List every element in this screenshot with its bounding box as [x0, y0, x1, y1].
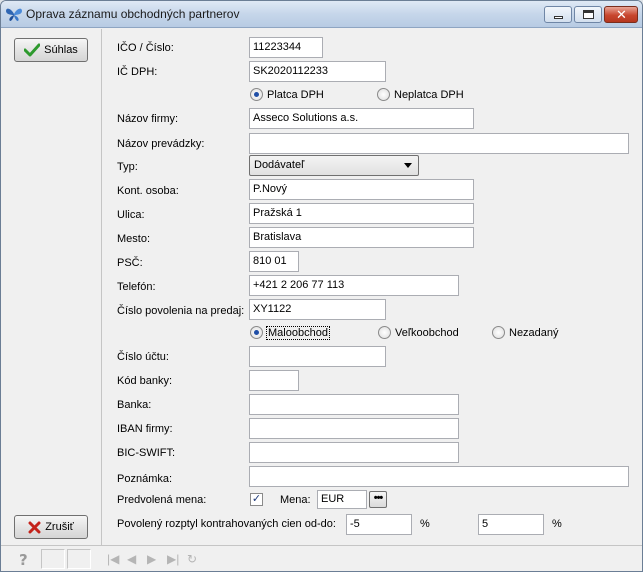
radio-dot-selected [250, 326, 263, 339]
radio-velkoobchod-label: Veľkoobchod [395, 326, 459, 339]
accept-button-label: Súhlas [44, 44, 78, 56]
bank-label: Banka: [117, 399, 152, 411]
cross-icon [28, 521, 41, 533]
account-label: Číslo účtu: [117, 351, 169, 363]
radio-maloobchod-label: Maloobchod [266, 325, 330, 340]
type-label: Typ: [117, 161, 138, 173]
firm-name-label: Názov firmy: [117, 113, 179, 125]
range-from-input[interactable]: -5 [346, 514, 412, 535]
contact-input[interactable]: P.Nový [249, 179, 474, 200]
shop-name-label: Názov prevádzky: [117, 138, 205, 150]
radio-velkoobchod[interactable]: Veľkoobchod [378, 326, 459, 339]
title-bar[interactable]: Oprava záznamu obchodných partnerov ✕ [1, 1, 642, 28]
bank-code-input[interactable] [249, 370, 299, 391]
street-input[interactable]: Pražská 1 [249, 203, 474, 224]
close-button[interactable]: ✕ [604, 6, 638, 23]
iban-label: IBAN firmy: [117, 423, 173, 435]
radio-neplatca-dph[interactable]: Neplatca DPH [377, 88, 464, 101]
accept-button[interactable]: Súhlas [14, 38, 88, 62]
type-select-value: Dodávateľ [254, 159, 305, 171]
price-range-label: Povolený rozptyl kontrahovaných cien od-… [117, 518, 336, 530]
radio-maloobchod[interactable]: Maloobchod [250, 325, 330, 340]
bic-label: BIC-SWIFT: [117, 447, 176, 459]
city-label: Mesto: [117, 233, 151, 245]
radio-neplatca-dph-label: Neplatca DPH [394, 88, 464, 101]
iban-input[interactable] [249, 418, 459, 439]
sale-permit-input[interactable]: XY1122 [249, 299, 386, 320]
close-icon: ✕ [616, 7, 627, 22]
refresh-icon[interactable]: ↻ [187, 552, 197, 566]
left-button-pane: Súhlas Zrušiť [1, 29, 102, 545]
bank-code-label: Kód banky: [117, 375, 173, 387]
range-to-input[interactable]: 5 [478, 514, 544, 535]
ico-input[interactable]: 11223344 [249, 37, 323, 58]
bank-input[interactable] [249, 394, 459, 415]
svg-text:?: ? [19, 551, 28, 567]
dialog-window: Oprava záznamu obchodných partnerov ✕ Sú… [0, 0, 643, 572]
bic-input[interactable] [249, 442, 459, 463]
range-from-unit: % [420, 518, 430, 530]
firm-name-input[interactable]: Asseco Solutions a.s. [249, 108, 474, 129]
ico-label: IČO / Číslo: [117, 42, 174, 54]
radio-dot [377, 88, 390, 101]
sale-permit-label: Číslo povolenia na predaj: [117, 305, 245, 317]
status-bar: ? |◀ ◀ ▶ ▶| ↻ [1, 545, 642, 571]
radio-dot-selected [250, 88, 263, 101]
note-input[interactable] [249, 466, 629, 487]
radio-platca-dph-label: Platca DPH [267, 88, 324, 101]
city-input[interactable]: Bratislava [249, 227, 474, 248]
previous-record-icon[interactable]: ◀ [127, 552, 136, 566]
radio-dot [378, 326, 391, 339]
status-cell [67, 549, 91, 569]
range-to-unit: % [552, 518, 562, 530]
radio-platca-dph[interactable]: Platca DPH [250, 88, 324, 101]
cancel-button-label: Zrušiť [45, 521, 74, 533]
radio-nezadany-label: Nezadaný [509, 326, 559, 339]
ic-dph-label: IČ DPH: [117, 66, 158, 78]
cancel-button[interactable]: Zrušiť [14, 515, 88, 539]
currency-picker-button[interactable]: ••• [369, 491, 387, 508]
form-panel: IČO / Číslo: 11223344 IČ DPH: SK20201122… [102, 29, 642, 545]
last-record-icon[interactable]: ▶| [167, 552, 179, 566]
radio-dot [492, 326, 505, 339]
radio-nezadany[interactable]: Nezadaný [492, 326, 559, 339]
default-currency-label: Predvolená mena: [117, 494, 207, 506]
next-record-icon[interactable]: ▶ [147, 552, 156, 566]
default-currency-checkbox[interactable]: ✓ [250, 493, 263, 506]
zip-label: PSČ: [117, 257, 143, 269]
currency-label: Mena: [280, 494, 311, 506]
minimize-icon [554, 16, 563, 19]
contact-label: Kont. osoba: [117, 185, 179, 197]
street-label: Ulica: [117, 209, 145, 221]
checkmark-icon [24, 43, 41, 57]
help-icon[interactable]: ? [17, 551, 31, 567]
status-cell [41, 549, 65, 569]
ellipsis-icon: ••• [373, 492, 384, 504]
butterfly-icon [6, 8, 22, 21]
phone-input[interactable]: +421 2 206 77 113 [249, 275, 459, 296]
ic-dph-input[interactable]: SK2020112233 [249, 61, 386, 82]
shop-name-input[interactable] [249, 133, 629, 154]
account-input[interactable] [249, 346, 386, 367]
first-record-icon[interactable]: |◀ [107, 552, 119, 566]
minimize-button[interactable] [544, 6, 572, 23]
phone-label: Telefón: [117, 281, 156, 293]
zip-input[interactable]: 810 01 [249, 251, 299, 272]
maximize-icon [583, 10, 594, 19]
note-label: Poznámka: [117, 473, 173, 485]
type-select[interactable]: Dodávateľ [249, 155, 419, 176]
maximize-button[interactable] [574, 6, 602, 23]
chevron-down-icon [404, 163, 412, 168]
currency-input[interactable]: EUR [317, 490, 367, 509]
window-title: Oprava záznamu obchodných partnerov [26, 7, 240, 21]
